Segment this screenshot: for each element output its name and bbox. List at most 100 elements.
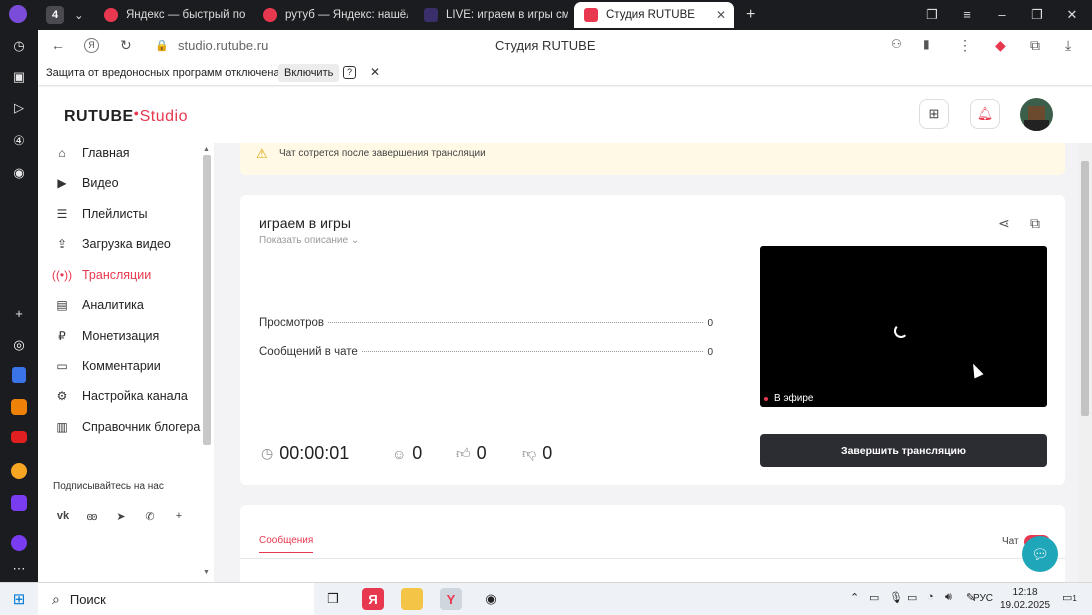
tab-counter[interactable]: 4 [40,2,70,28]
vk-icon[interactable]: vk [52,505,74,527]
docs-icon[interactable] [12,367,26,383]
bookmark-icon[interactable]: ▮ [923,37,930,51]
chevron-down-icon: ⌄ [350,235,360,246]
ok-social-icon[interactable]: ꙭ [81,505,103,527]
page-scrollbar[interactable] [1078,143,1092,582]
tab-studio-rutube[interactable]: Студия RUTUBE ✕ [574,2,734,28]
tray-app-icon[interactable]: ▭ [869,591,879,604]
logo-sub: Studio [139,108,188,125]
screenshot-icon[interactable]: ◉ [9,163,29,183]
messenger-icon[interactable] [11,495,27,511]
sidebar-item-label: Видео [82,176,119,190]
chat-messages-stat: Сообщений в чате 0 [259,346,713,360]
rutube-studio-logo[interactable]: RUTUBE●Studio [64,108,188,126]
sidebar-item-playlists[interactable]: ☰ Плейлисты [54,203,148,225]
tab-live-stream[interactable]: LIVE: играем в игры смот [414,2,568,28]
scroll-down-icon[interactable]: ▼ [203,569,210,576]
show-description-toggle[interactable]: Показать описание ⌄ [259,235,359,246]
more-icon[interactable]: ⋯ [9,559,29,579]
obs-icon[interactable]: ◉ [480,588,502,610]
add-panel-icon[interactable]: + [9,303,29,323]
sidebar-item-monetization[interactable]: ₽ Монетизация [54,325,159,347]
end-broadcast-button[interactable]: Завершить трансляцию [760,434,1047,467]
close-window-icon[interactable]: ✕ [1064,7,1080,23]
sidebar-item-analytics[interactable]: ▤ Аналитика [54,294,144,316]
menu-icon[interactable]: ≡ [959,7,975,22]
scroll-up-icon[interactable]: ▲ [203,146,210,153]
collections-icon[interactable]: ▣ [9,67,29,87]
tray-chevron-icon[interactable]: ⌃ [850,591,859,604]
task-view-icon[interactable]: ❒ [322,588,344,610]
battery-icon[interactable]: ▭ [907,591,917,604]
avatar[interactable] [1020,98,1053,131]
notifications-icon[interactable]: ▭1 [1062,591,1077,604]
file-explorer-icon[interactable] [401,588,423,610]
url-input[interactable]: studio.rutube.ru [178,38,268,53]
close-security-bar-icon[interactable]: ✕ [370,65,380,79]
sidebar-scrollbar[interactable] [203,155,211,445]
yandex-browser-icon[interactable]: Y [440,588,462,610]
help-icon[interactable]: ? [343,66,356,79]
sidebar-item-channel-settings[interactable]: ⚙ Настройка канала [54,385,188,407]
tab-counter-icon[interactable]: ④ [9,131,29,151]
extensions-icon[interactable]: ⧉ [1030,37,1040,54]
close-tab-icon[interactable]: ✕ [716,8,726,22]
stream-preview-player[interactable]: В эфире [760,246,1047,407]
sidebar-item-video[interactable]: ▶ Видео [54,172,119,194]
add-content-button[interactable]: ⊞ [919,99,949,129]
volume-icon[interactable]: 🔊︎ [945,591,952,604]
sidebar: ⌂ Главная ▶ Видео ☰ Плейлисты ⇪ Загрузка вид… [38,143,214,582]
microphone-icon[interactable]: 🎙︎ [889,591,903,604]
share-icon[interactable]: ⋖ [998,215,1010,232]
warning-text: Чат сотрется после завершения трансляции [279,148,486,159]
scrollbar-thumb[interactable] [1081,161,1089,416]
play-icon[interactable]: ▷ [9,98,29,118]
tabs-dropdown[interactable]: ⌄ [70,2,92,28]
live-badge-label: В эфире [774,393,814,404]
security-message: Защита от вредоносных программ отключена [46,67,280,79]
site-settings-icon[interactable]: ⚇ [891,37,902,51]
language-indicator[interactable]: РУС [973,593,993,604]
bookmarks-panel-icon[interactable]: ❐ [924,7,940,23]
profile-icon[interactable] [9,5,27,23]
sidebar-item-upload[interactable]: ⇪ Загрузка видео [54,233,171,255]
sidebar-item-label: Монетизация [82,329,160,343]
yandex-app-icon[interactable]: Я [362,588,384,610]
sidebar-item-home[interactable]: ⌂ Главная [54,142,129,164]
viber-icon[interactable]: ✆ [139,505,161,527]
extension-icon[interactable]: ◆ [995,37,1006,54]
chat-bubble-icon: 💬︎ [1031,545,1049,562]
tab-search-results[interactable]: рутуб — Яндекс: нашёлся [253,2,408,28]
minimize-icon[interactable]: – [994,7,1010,22]
wifi-icon[interactable]: ◔ [927,591,934,603]
restore-icon[interactable]: ❐ [1029,7,1045,23]
music-icon[interactable] [11,463,27,479]
external-link-icon[interactable]: ⧉ [1030,215,1040,232]
stat-value: 0 [707,318,713,329]
sidebar-item-comments[interactable]: ▭ Комментарии [54,355,160,377]
enable-protection-button[interactable]: Включить [278,64,340,82]
assistant-icon[interactable] [11,535,27,551]
more-options-icon[interactable]: ⋮ [958,37,972,54]
tab-messages[interactable]: Сообщения [259,535,314,553]
yandex-home-icon[interactable]: Я [84,38,99,53]
alice-icon[interactable]: ◎ [9,335,29,355]
history-icon[interactable]: ◷ [9,36,29,56]
support-chat-button[interactable]: 💬︎ [1022,536,1058,572]
more-socials-icon[interactable]: + [168,505,190,527]
clock[interactable]: 12:18 19.02.2025 [1000,586,1050,612]
ok-icon[interactable] [11,399,27,415]
telegram-icon[interactable]: ➤ [110,505,132,527]
tab-yandex[interactable]: Яндекс — быстрый поиск [94,2,246,28]
broadcast-icon: ((•)) [51,268,73,282]
start-icon[interactable]: ⊞ [8,588,30,610]
reload-icon[interactable]: ↻ [120,37,132,54]
back-icon[interactable]: ← [51,37,65,53]
sidebar-item-broadcasts[interactable]: ((•)) Трансляции [51,264,151,286]
new-tab-button[interactable]: + [741,2,765,28]
downloads-icon[interactable]: ⤓ [1065,37,1071,54]
notifications-button[interactable]: 🔔︎ [970,99,1000,129]
sidebar-item-blogger-guide[interactable]: ▥ Справочник блогера [54,416,200,438]
youtube-icon[interactable] [11,431,27,443]
taskbar-search[interactable]: ⌕ Поиск [38,583,314,615]
